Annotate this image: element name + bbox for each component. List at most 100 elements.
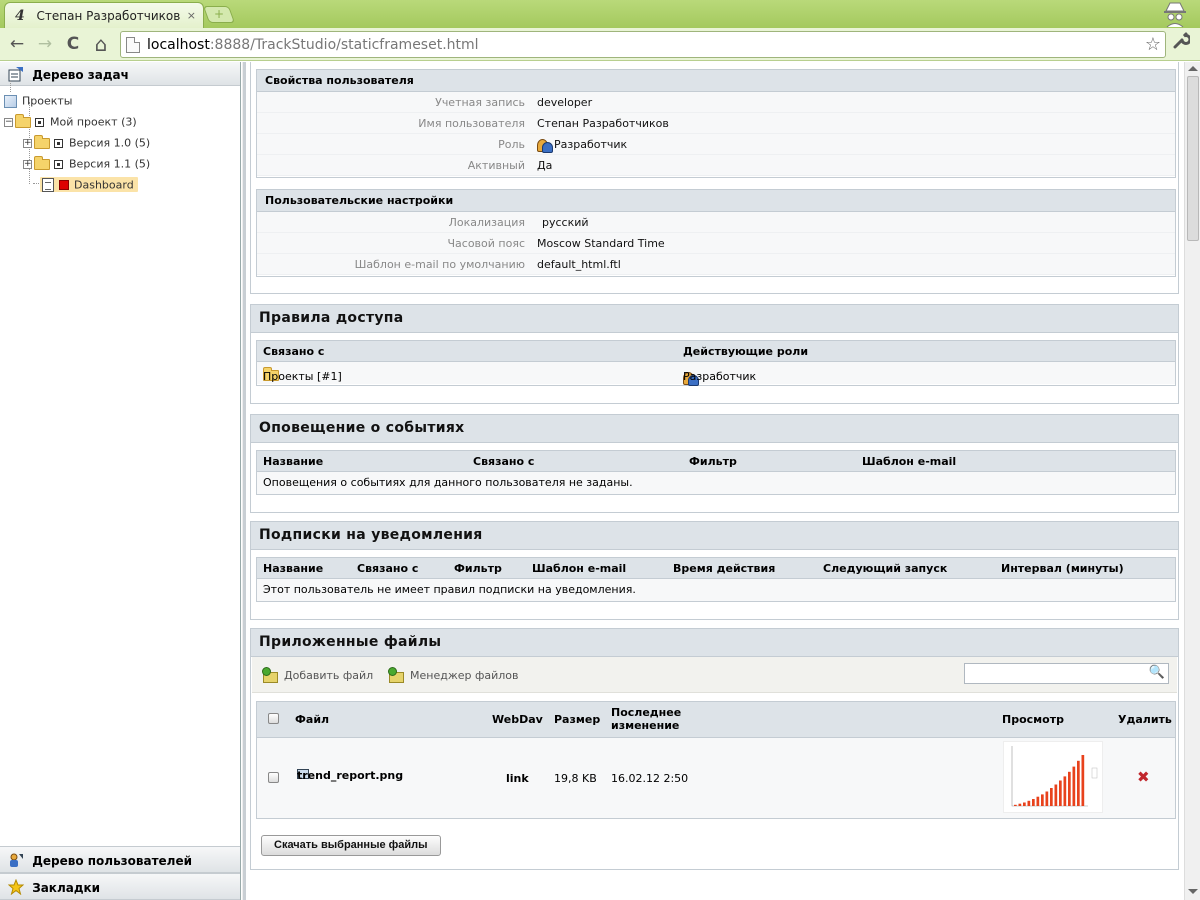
tree-item-dashboard[interactable]: Dashboard — [4, 174, 240, 195]
task-tree: Проекты − Мой проект (3) + Версия 1.0 (5) … — [0, 81, 240, 195]
prop-value: русский — [542, 216, 589, 229]
scroll-down-icon[interactable] — [1188, 889, 1198, 894]
forward-arrow-icon[interactable]: → — [33, 32, 57, 56]
home-icon[interactable]: ⌂ — [89, 32, 113, 56]
main-scrollbar[interactable] — [1184, 62, 1200, 900]
selected-tree-item[interactable]: Dashboard — [40, 177, 138, 193]
thumbnail-legend — [1091, 767, 1098, 779]
prop-label: Шаблон e-mail по умолчанию — [354, 258, 525, 271]
download-selected-button[interactable]: Скачать выбранные файлы — [261, 835, 441, 856]
address-bar[interactable]: localhost:8888/TrackStudio/staticframese… — [120, 31, 1166, 58]
prop-value: Moscow Standard Time — [537, 237, 665, 250]
thumbnail-bar — [1054, 784, 1058, 806]
left-bottom-panels: Дерево пользователей Закладки — [0, 846, 240, 900]
state-red-icon — [59, 180, 69, 191]
pane-splitter[interactable] — [242, 62, 246, 900]
wrench-menu-icon[interactable] — [1172, 32, 1192, 55]
user-properties-title: Свойства пользователя — [257, 70, 1175, 92]
table-header: Связано с Действующие роли — [257, 341, 1175, 362]
column-header: Просмотр — [1002, 713, 1064, 726]
column-header: Файл — [295, 713, 330, 726]
task-tree-title: Дерево задач — [32, 68, 129, 82]
prop-value: developer — [537, 96, 593, 109]
file-size: 19,8 KB — [554, 772, 597, 785]
role-icon — [537, 137, 553, 153]
select-all-checkbox[interactable] — [268, 713, 279, 724]
column-header: Связано с — [357, 562, 419, 575]
file-preview-thumbnail[interactable] — [1003, 741, 1103, 813]
tree-item-label: Версия 1.1 (5) — [69, 157, 151, 171]
column-header: Название — [263, 562, 324, 575]
user-properties-section: Свойства пользователя Учетная запись deve… — [256, 69, 1176, 178]
browser-tab[interactable]: 4 Степан Разработчиков × — [4, 2, 204, 28]
thumbnail-bar — [1027, 800, 1031, 806]
user-settings-section: Пользовательские настройки Локализация ру… — [256, 189, 1176, 277]
empty-message: Оповещения о событиях для данного пользо… — [263, 476, 633, 489]
thumbnail-bar — [1081, 755, 1085, 806]
new-tab-button[interactable]: + — [202, 6, 236, 23]
add-file-link[interactable]: Добавить файл — [262, 667, 374, 683]
back-arrow-icon[interactable]: ← — [5, 32, 29, 56]
folder-icon — [34, 134, 50, 149]
scroll-up-icon[interactable] — [1188, 66, 1198, 71]
thumbnail-bar — [1014, 804, 1017, 806]
table-header: Название Связано с Фильтр Шаблон e-mail … — [257, 558, 1175, 579]
attachments-table: Файл WebDav Размер Последнее изменение П… — [256, 701, 1176, 819]
task-tree-header[interactable]: Дерево задач — [0, 62, 240, 86]
tree-item-version-1-1[interactable]: + Версия 1.1 (5) — [4, 153, 240, 174]
add-file-label: Добавить файл — [284, 669, 374, 682]
reload-icon[interactable]: C — [61, 32, 85, 56]
state-icon — [35, 117, 44, 127]
prop-label: Имя пользователя — [418, 117, 525, 130]
collapse-icon[interactable]: − — [4, 117, 13, 127]
tree-item-projects[interactable]: Проекты — [4, 90, 240, 111]
attachments-search-input[interactable]: 🔍 — [964, 663, 1169, 684]
row-checkbox[interactable] — [268, 772, 279, 783]
access-rules-title: Правила доступа — [251, 305, 1178, 333]
delete-file-icon[interactable]: ✖ — [1137, 768, 1150, 786]
prop-label: Роль — [498, 138, 525, 151]
star-icon — [8, 879, 24, 895]
column-header: Связано с — [263, 345, 325, 358]
trend-chart-thumbnail — [1011, 746, 1098, 807]
column-header: Последнее — [611, 706, 682, 719]
plus-icon: + — [213, 7, 225, 21]
tree-item-label: Версия 1.0 (5) — [69, 136, 151, 150]
file-modified: 16.02.12 2:50 — [611, 772, 689, 785]
main-content: Свойства пользователя Учетная запись deve… — [247, 62, 1184, 900]
expand-icon[interactable]: + — [23, 159, 32, 169]
table-row: Проекты [#1] Разработчик — [257, 362, 1175, 386]
tree-item-label: Dashboard — [74, 178, 134, 192]
folder-icon — [34, 155, 50, 170]
subscriptions-title: Подписки на уведомления — [251, 522, 1178, 550]
tree-item-my-project[interactable]: − Мой проект (3) — [4, 111, 240, 132]
scroll-thumb[interactable] — [1187, 76, 1199, 241]
webdav-link[interactable]: link — [506, 772, 529, 785]
search-icon[interactable]: 🔍 — [1149, 665, 1165, 680]
prop-label: Активный — [467, 159, 525, 172]
tab-strip: 4 Степан Разработчиков × + — [0, 0, 1200, 28]
subscriptions-table: Название Связано с Фильтр Шаблон e-mail … — [256, 557, 1176, 602]
trackstudio-favicon-icon: 4 — [15, 8, 25, 24]
thumbnail-bar — [1068, 771, 1071, 806]
expand-icon[interactable]: + — [23, 138, 32, 148]
bookmarks-header[interactable]: Закладки — [0, 873, 240, 900]
tree-item-version-1-0[interactable]: + Версия 1.0 (5) — [4, 132, 240, 153]
role-value: Разработчик — [554, 138, 628, 151]
table-row: Оповещения о событиях для данного пользо… — [257, 472, 1175, 494]
close-tab-icon[interactable]: × — [187, 9, 196, 22]
file-manager-link[interactable]: Менеджер файлов — [388, 667, 519, 683]
bookmark-star-icon[interactable]: ☆ — [1145, 34, 1161, 55]
prop-row-locale: Локализация русский — [257, 212, 1175, 233]
url-host: localhost — [147, 37, 210, 53]
column-header: Размер — [554, 713, 601, 726]
thumbnail-bar — [1063, 776, 1067, 806]
user-tree-header[interactable]: Дерево пользователей — [0, 846, 240, 873]
state-icon — [54, 159, 63, 169]
column-header: Шаблон e-mail — [862, 455, 957, 468]
column-header: Удалить — [1118, 713, 1172, 726]
column-header: Фильтр — [689, 455, 737, 468]
thumbnail-bar — [1077, 760, 1080, 806]
column-header: Следующий запуск — [823, 562, 948, 575]
table-row: Этот пользователь не имеет правил подпис… — [257, 579, 1175, 601]
